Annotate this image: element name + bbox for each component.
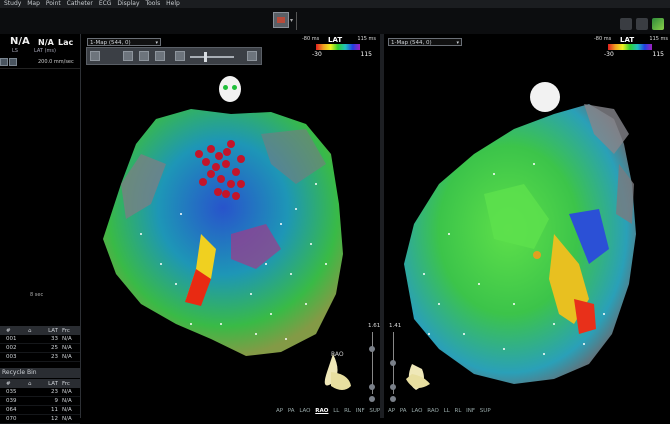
heart-map-left[interactable] [81, 34, 380, 418]
menu-help[interactable]: Help [166, 0, 180, 8]
menu-catheter[interactable]: Catheter [67, 0, 93, 8]
view-orientation-bar-left: AP PA LAO RAO LL RL INF SUP [276, 408, 383, 414]
view-inf-button[interactable]: INF [466, 408, 475, 414]
view-pa-button[interactable]: PA [400, 408, 407, 414]
orientation-label: RAO [331, 351, 344, 358]
menu-study[interactable]: Study [4, 0, 21, 8]
view-ll-button[interactable]: LL [333, 408, 339, 414]
table-row[interactable]: 070 12 N/A [0, 415, 80, 424]
table-row[interactable]: 002 25 N/A [0, 344, 80, 353]
view-inf-button[interactable]: INF [356, 408, 365, 414]
ecg-scale-icon[interactable] [0, 58, 8, 66]
zoom-value: 1.41 [389, 323, 402, 329]
status-label-a: LS [12, 48, 18, 54]
menu-tools[interactable]: Tools [145, 0, 160, 8]
view-ap-button[interactable]: AP [276, 408, 283, 414]
view-ll-button[interactable]: LL [444, 408, 450, 414]
zoom-out-button[interactable] [390, 384, 396, 390]
recycle-bin-title[interactable]: Recycle Bin [0, 368, 80, 378]
view-rao-button[interactable]: RAO [315, 408, 328, 414]
camera-icon[interactable] [636, 18, 648, 30]
zoom-out-button[interactable] [369, 384, 375, 390]
ecg-tools [0, 58, 17, 66]
status-value-b: N/A [38, 38, 54, 47]
table-row[interactable]: 035 23 N/A [0, 388, 80, 397]
view-rl-button[interactable]: RL [455, 408, 462, 414]
chevron-down-icon[interactable]: ▾ [290, 17, 293, 24]
table-row[interactable]: 001 33 N/A [0, 335, 80, 344]
ecg-select-icon[interactable] [9, 58, 17, 66]
toolbar-divider [296, 12, 297, 30]
signal-status-icon[interactable] [652, 18, 664, 30]
menu-display[interactable]: Display [117, 0, 139, 8]
menu-map[interactable]: Map [27, 0, 40, 8]
tag-icon: ⌂ [28, 380, 32, 387]
sweep-speed[interactable]: 200.0 mm/sec [38, 59, 74, 65]
tag-icon: ⌂ [28, 327, 32, 334]
menu-point[interactable]: Point [46, 0, 61, 8]
view-lao-button[interactable]: LAO [299, 408, 310, 414]
view-pa-button[interactable]: PA [288, 408, 295, 414]
zoom-slider-knob[interactable] [390, 360, 396, 366]
points-table-header: # ⌂ LAT Frc [0, 326, 80, 335]
recycle-bin-header: # ⌂ LAT Frc [0, 379, 80, 388]
view-ap-button[interactable]: AP [388, 408, 395, 414]
recycle-bin-table: # ⌂ LAT Frc 035 23 N/A 039 9 N/A 064 11 … [0, 379, 80, 424]
zoom-value: 1.61 [368, 323, 381, 329]
view-orientation-bar-right: AP PA LAO RAO LL RL INF SUP [388, 408, 494, 414]
map-view-right[interactable]: 1-Map (544, 0) -80 ms LAT 115 ms -30 115 [384, 34, 670, 418]
zoom-slider-knob[interactable] [369, 346, 375, 352]
menubar: Study Map Point Catheter ECG Display Too… [0, 0, 670, 8]
table-row[interactable]: 039 9 N/A [0, 397, 80, 406]
toolbar-right-icons [620, 18, 664, 30]
status-header: N/A N/A Lac LS LAT (ms) [0, 34, 80, 56]
record-icon[interactable] [620, 18, 632, 30]
reset-view-button[interactable] [369, 396, 375, 402]
view-sup-button[interactable]: SUP [480, 408, 491, 414]
snapshot-button[interactable] [273, 12, 289, 28]
view-lao-button[interactable]: LAO [411, 408, 422, 414]
view-sup-button[interactable]: SUP [369, 408, 380, 414]
table-row[interactable]: 064 11 N/A [0, 406, 80, 415]
status-value-c: Lac [58, 38, 74, 47]
status-value-a: N/A [10, 36, 30, 47]
view-rao-button[interactable]: RAO [427, 408, 439, 414]
table-row[interactable]: 003 23 N/A [0, 353, 80, 362]
map-view-left[interactable]: 1-Map (544, 0) -80 ms LAT 115 ms -30 115 [81, 34, 380, 418]
menu-ecg[interactable]: ECG [99, 0, 112, 8]
heart-map-right[interactable] [384, 34, 670, 418]
status-label-b: LAT (ms) [34, 48, 56, 54]
view-rl-button[interactable]: RL [344, 408, 351, 414]
ecg-time-scale: 8 sec [30, 292, 44, 298]
reset-view-button[interactable] [390, 396, 396, 402]
points-table: # ⌂ LAT Frc 001 33 N/A 002 25 N/A 003 23… [0, 326, 80, 362]
main-toolbar: ▾ [0, 8, 670, 35]
left-panel: N/A N/A Lac LS LAT (ms) 200.0 mm/sec 8 s… [0, 34, 81, 424]
